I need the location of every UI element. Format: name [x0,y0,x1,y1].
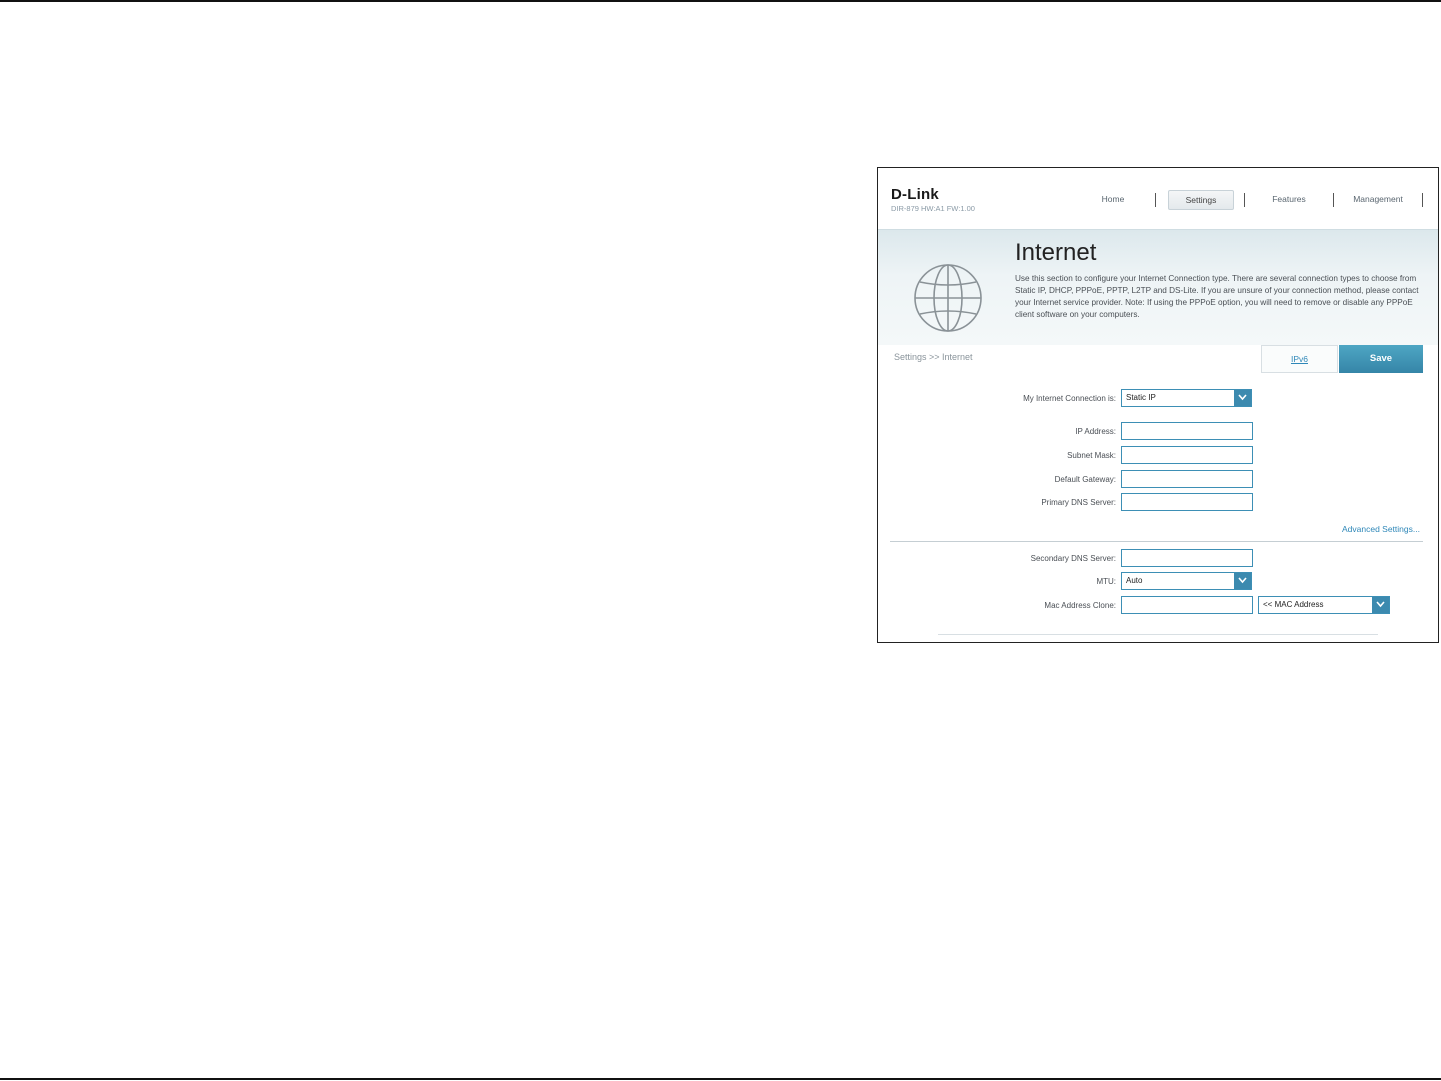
subnet-mask-label: Subnet Mask: [1067,451,1116,460]
page-description: Use this section to configure your Inter… [1015,274,1419,319]
mac-clone-field[interactable] [1121,596,1253,614]
primary-dns-label: Primary DNS Server: [1041,498,1116,507]
mtu-label: MTU: [1096,577,1116,586]
nav-separator [1244,193,1245,207]
mac-clone-label: Mac Address Clone: [1044,601,1116,610]
secondary-dns-label: Secondary DNS Server: [1030,554,1116,563]
chevron-down-icon [1372,597,1389,613]
globe-icon [914,264,982,332]
secondary-dns-field[interactable] [1121,549,1253,567]
mac-address-select[interactable]: << MAC Address [1258,596,1390,614]
mtu-select[interactable]: Auto [1121,572,1252,590]
ip-address-label: IP Address: [1075,427,1116,436]
subnet-mask-field[interactable] [1121,446,1253,464]
dlink-logo: D-Link [891,186,939,203]
connection-type-value: Static IP [1126,393,1156,402]
mtu-value: Auto [1126,576,1143,585]
bottom-divider [938,634,1378,635]
page-title: Internet [1015,239,1097,266]
page-top-rule [0,0,1441,2]
mac-address-select-value: << MAC Address [1263,600,1324,609]
primary-dns-field[interactable] [1121,493,1253,511]
advanced-settings-link[interactable]: Advanced Settings... [1342,524,1420,534]
default-gateway-field[interactable] [1121,470,1253,488]
save-button[interactable]: Save [1339,345,1423,373]
router-screenshot: D-Link DIR-879 HW:A1 FW:1.00 Home Settin… [877,167,1439,643]
ipv6-button[interactable]: IPv6 [1261,345,1338,373]
connection-type-label: My Internet Connection is: [1023,394,1116,403]
nav-features[interactable]: Features [1256,190,1322,208]
page-banner: Internet Use this section to configure y… [878,229,1438,345]
nav-separator [1333,193,1334,207]
chevron-down-icon [1234,390,1251,406]
nav-settings[interactable]: Settings [1168,190,1234,210]
breadcrumb: Settings >> Internet [894,352,973,362]
ip-address-field[interactable] [1121,422,1253,440]
default-gateway-label: Default Gateway: [1054,475,1116,484]
connection-type-select[interactable]: Static IP [1121,389,1252,407]
nav-management[interactable]: Management [1342,190,1414,208]
brand: D-Link DIR-879 HW:A1 FW:1.00 [891,186,975,213]
page-bottom-rule [0,1078,1441,1080]
nav-separator [1155,193,1156,207]
model-info: DIR-879 HW:A1 FW:1.00 [891,204,975,213]
nav-separator [1422,193,1423,207]
chevron-down-icon [1234,573,1251,589]
nav-home[interactable]: Home [1078,190,1148,208]
section-divider [890,541,1423,542]
